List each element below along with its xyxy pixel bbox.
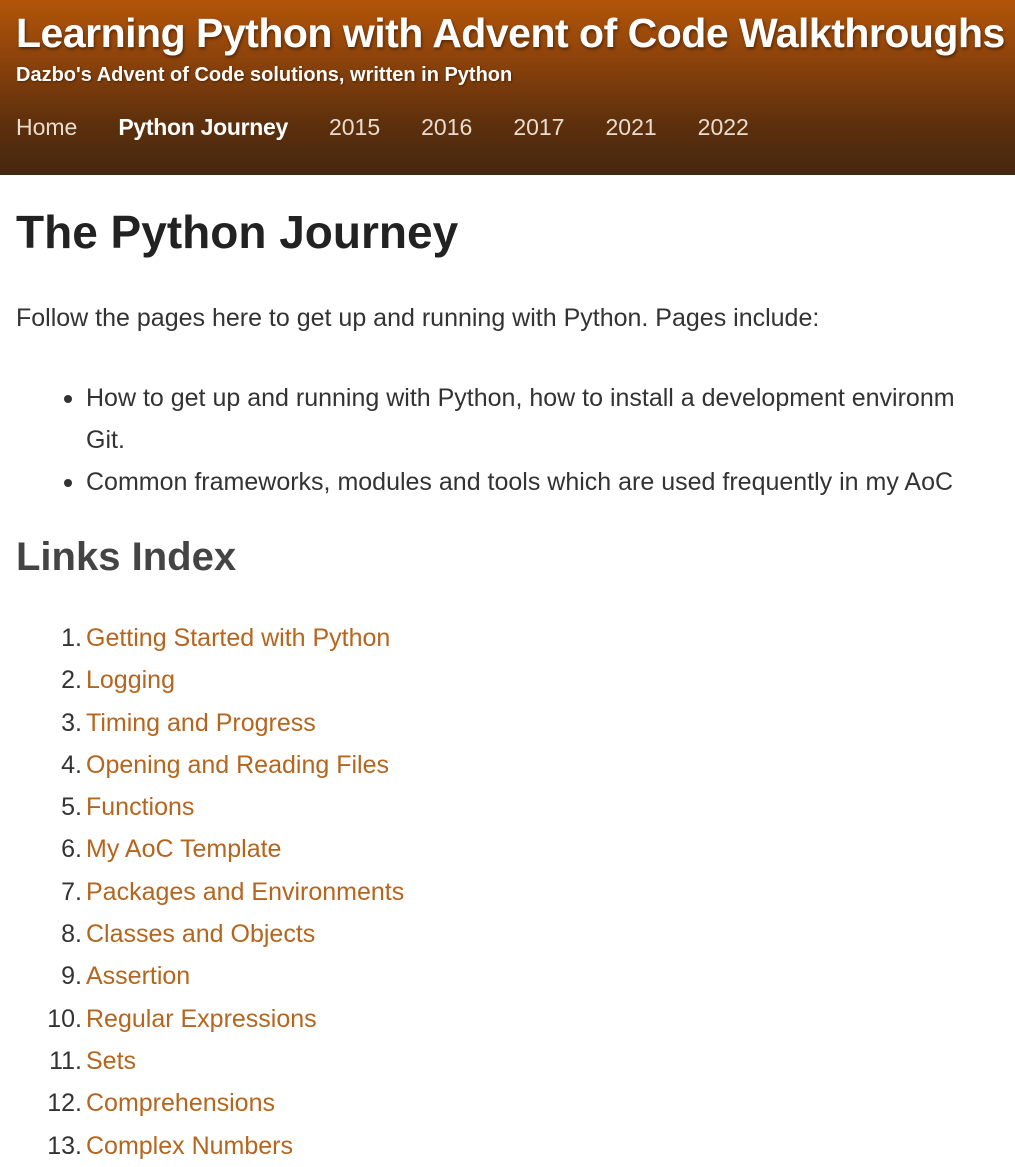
- list-item: 11. Sets: [16, 1040, 1015, 1082]
- link-assertion[interactable]: Assertion: [86, 955, 190, 997]
- nav-2016[interactable]: 2016: [421, 114, 472, 141]
- page-title: The Python Journey: [16, 206, 459, 258]
- bullet-text: Common frameworks, modules and tools whi…: [86, 468, 954, 496]
- link-aoc-template[interactable]: My AoC Template: [86, 828, 281, 870]
- link-number: 3.: [61, 708, 82, 737]
- link-number: 7.: [61, 877, 82, 906]
- list-item: How to get up and running with Python, h…: [64, 377, 1015, 461]
- links-index-list: 1. Getting Started with Python 2. Logging …: [16, 617, 1015, 1167]
- links-index-title: Links Index: [16, 535, 237, 579]
- link-number: 9.: [61, 962, 82, 991]
- main-nav: Home Python Journey 2015 2016 2017 2021 …: [16, 114, 749, 141]
- list-item: 2. Logging: [16, 659, 1015, 701]
- list-item: 10. Regular Expressions: [16, 998, 1015, 1040]
- link-functions[interactable]: Functions: [86, 786, 194, 828]
- link-timing-progress[interactable]: Timing and Progress: [86, 702, 316, 744]
- link-number: 5.: [61, 793, 82, 822]
- bullet-text-continued: Git.: [86, 426, 125, 454]
- link-sets[interactable]: Sets: [86, 1040, 136, 1082]
- link-logging[interactable]: Logging: [86, 659, 175, 701]
- site-header: Learning Python with Advent of Code Walk…: [0, 0, 1015, 175]
- link-reading-files[interactable]: Opening and Reading Files: [86, 744, 389, 786]
- list-item: 3. Timing and Progress: [16, 702, 1015, 744]
- list-item: 6. My AoC Template: [16, 828, 1015, 870]
- list-item: Common frameworks, modules and tools whi…: [64, 461, 1015, 503]
- bullet-text: How to get up and running with Python, h…: [86, 384, 955, 412]
- list-item: 13. Complex Numbers: [16, 1125, 1015, 1167]
- link-number: 10.: [47, 1004, 82, 1033]
- list-item: 1. Getting Started with Python: [16, 617, 1015, 659]
- link-number: 13.: [47, 1131, 82, 1160]
- list-item: 12. Comprehensions: [16, 1082, 1015, 1124]
- site-title[interactable]: Learning Python with Advent of Code Walk…: [16, 10, 1005, 57]
- list-item: 7. Packages and Environments: [16, 871, 1015, 913]
- link-number: 8.: [61, 920, 82, 949]
- link-regular-expressions[interactable]: Regular Expressions: [86, 998, 317, 1040]
- intro-paragraph: Follow the pages here to get up and runn…: [16, 304, 820, 332]
- link-complex-numbers[interactable]: Complex Numbers: [86, 1125, 293, 1167]
- list-item: 8. Classes and Objects: [16, 913, 1015, 955]
- nav-2021[interactable]: 2021: [605, 114, 656, 141]
- nav-python-journey[interactable]: Python Journey: [118, 114, 288, 141]
- site-subtitle: Dazbo's Advent of Code solutions, writte…: [16, 64, 513, 86]
- link-number: 11.: [49, 1046, 82, 1075]
- link-number: 4.: [61, 750, 82, 779]
- link-classes-objects[interactable]: Classes and Objects: [86, 913, 315, 955]
- link-comprehensions[interactable]: Comprehensions: [86, 1082, 275, 1124]
- list-item: 5. Functions: [16, 786, 1015, 828]
- bullet-list: How to get up and running with Python, h…: [16, 377, 1015, 503]
- list-item: 4. Opening and Reading Files: [16, 744, 1015, 786]
- link-packages-environments[interactable]: Packages and Environments: [86, 871, 404, 913]
- link-number: 1.: [61, 624, 82, 652]
- nav-2022[interactable]: 2022: [698, 114, 749, 141]
- link-number: 2.: [61, 666, 82, 695]
- main-content: The Python Journey Follow the pages here…: [0, 175, 1015, 1167]
- nav-home[interactable]: Home: [16, 114, 77, 141]
- link-getting-started[interactable]: Getting Started with Python: [86, 617, 390, 659]
- list-item: 9. Assertion: [16, 955, 1015, 997]
- link-number: 6.: [61, 835, 82, 864]
- link-number: 12.: [47, 1089, 82, 1118]
- nav-2017[interactable]: 2017: [513, 114, 564, 141]
- nav-2015[interactable]: 2015: [329, 114, 380, 141]
